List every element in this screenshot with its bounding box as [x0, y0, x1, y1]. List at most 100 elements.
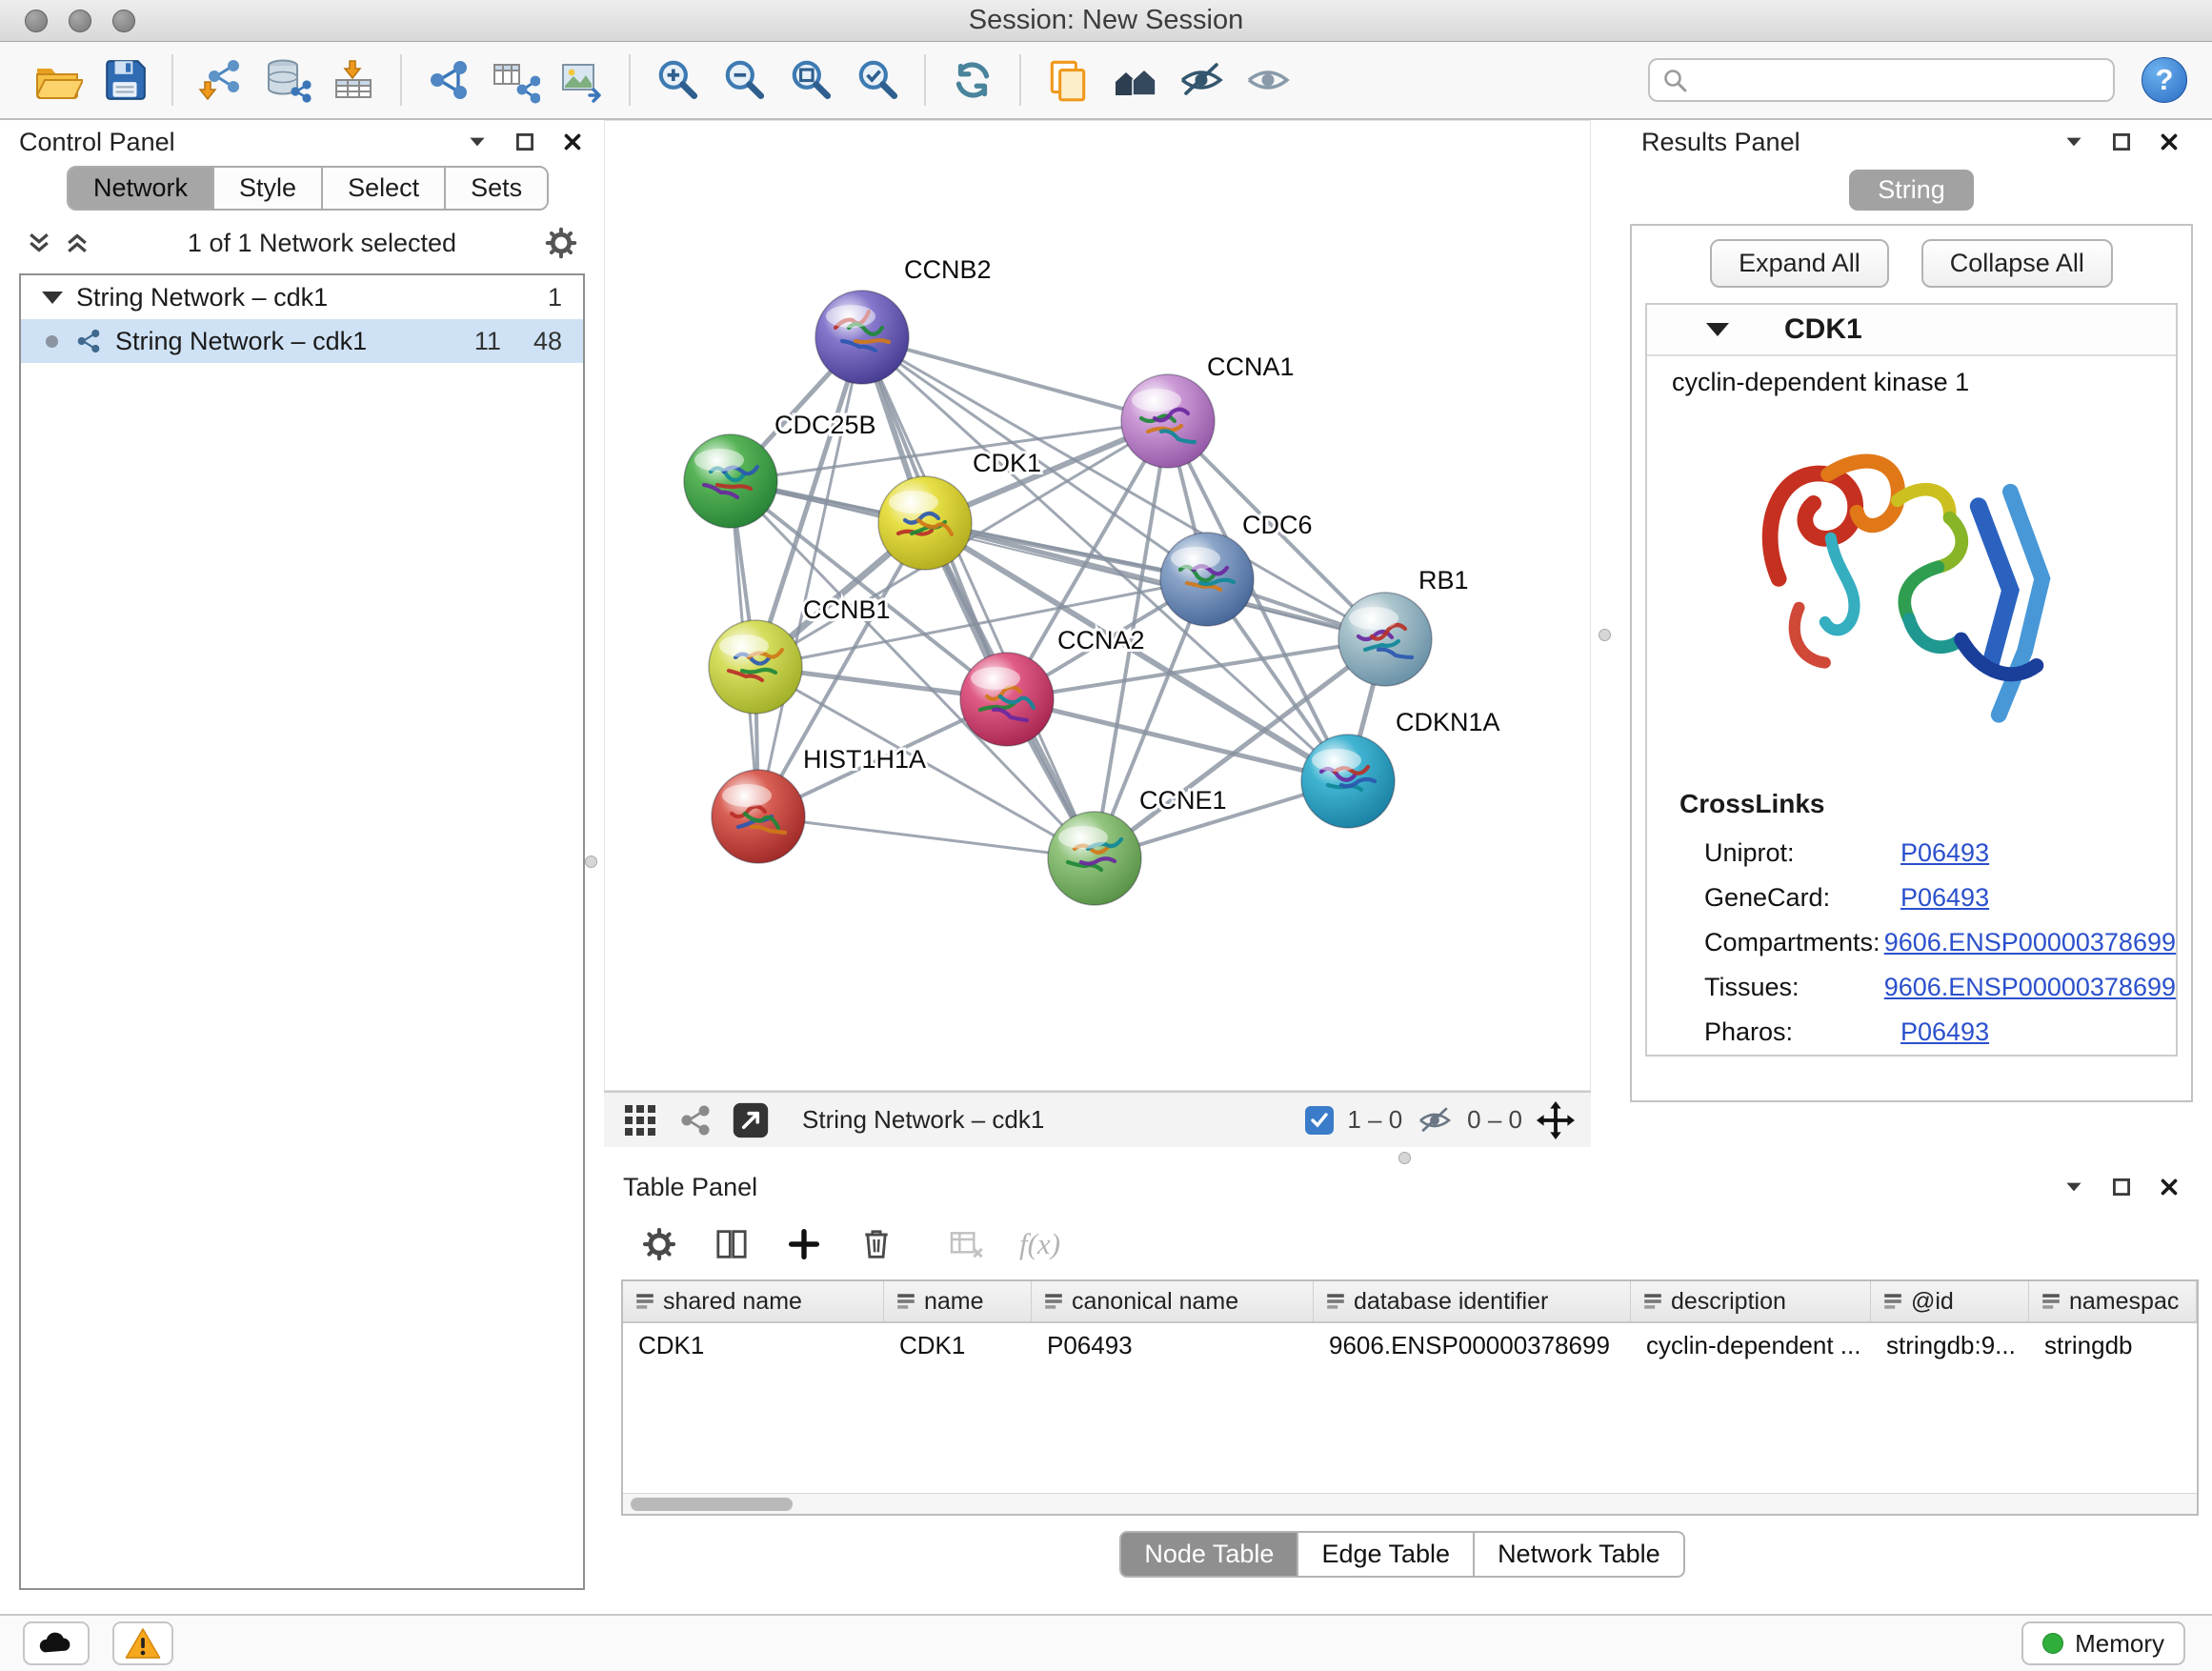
column-header[interactable]: namespac: [2029, 1281, 2197, 1321]
import-network-file-button[interactable]: [193, 53, 247, 107]
network-node[interactable]: CDK1: [878, 449, 1041, 570]
panel-close-icon[interactable]: [560, 130, 585, 154]
zoom-in-button[interactable]: [651, 53, 704, 107]
section-disclosure-triangle-icon[interactable]: [1706, 323, 1729, 336]
vertical-splitter-handle[interactable]: [585, 856, 597, 868]
crosslink-link[interactable]: 9606.ENSP00000378699: [1884, 973, 2176, 1002]
network-list-button[interactable]: [674, 1099, 716, 1141]
network-node[interactable]: HIST1H1A: [712, 745, 926, 863]
column-header[interactable]: database identifier: [1314, 1281, 1631, 1321]
neighborhood-button[interactable]: [1108, 53, 1161, 107]
tab-select[interactable]: Select: [323, 168, 446, 209]
table-toolbar: f(x): [604, 1209, 2201, 1279]
cell-canonical-name[interactable]: P06493: [1032, 1323, 1314, 1367]
horizontal-scrollbar[interactable]: [623, 1493, 2197, 1514]
column-header[interactable]: shared name: [623, 1281, 884, 1321]
expand-all-button[interactable]: Expand All: [1710, 239, 1889, 288]
node-label: HIST1H1A: [803, 745, 926, 774]
network-node[interactable]: CCNE1: [1048, 786, 1227, 905]
tab-edge-table[interactable]: Edge Table: [1297, 1531, 1473, 1578]
crosslink-link[interactable]: P06493: [1900, 838, 1989, 868]
selected-checkbox-icon[interactable]: [1305, 1106, 1334, 1135]
cloud-button[interactable]: [23, 1621, 90, 1665]
help-button[interactable]: ?: [2142, 57, 2187, 103]
network-node[interactable]: CCNB1: [709, 595, 891, 714]
panel-float-icon[interactable]: [2109, 130, 2134, 154]
panel-menu-icon[interactable]: [465, 130, 490, 154]
cell-database-identifier[interactable]: 9606.ENSP00000378699: [1314, 1323, 1631, 1367]
select-columns-icon[interactable]: [713, 1225, 751, 1263]
crosshair-move-icon[interactable]: [1536, 1100, 1576, 1140]
network-node[interactable]: RB1: [1338, 566, 1469, 686]
network-node[interactable]: CCNA1: [1121, 352, 1295, 468]
tab-sets[interactable]: Sets: [446, 168, 547, 209]
crosslink-link[interactable]: P06493: [1900, 883, 1989, 913]
copy-document-button[interactable]: [1041, 53, 1095, 107]
network-tree: String Network – cdk1 1 String Network –…: [19, 273, 585, 1590]
delete-column-trash-icon[interactable]: [857, 1225, 895, 1263]
cell-shared-name[interactable]: CDK1: [623, 1323, 884, 1367]
table-settings-gear-icon[interactable]: [640, 1225, 678, 1263]
panel-menu-icon[interactable]: [2061, 130, 2086, 154]
current-network-bullet-icon: [46, 335, 58, 348]
cell-description[interactable]: cyclin-dependent ...: [1631, 1323, 1871, 1367]
toolbar-separator: [171, 54, 173, 106]
show-all-button[interactable]: [1241, 53, 1295, 107]
scrollbar-thumb[interactable]: [631, 1498, 793, 1511]
tab-string[interactable]: String: [1849, 170, 1974, 211]
column-header[interactable]: description: [1631, 1281, 1871, 1321]
tab-network-table[interactable]: Network Table: [1473, 1531, 1685, 1578]
new-network-button[interactable]: [422, 53, 475, 107]
column-header[interactable]: @id: [1871, 1281, 2029, 1321]
cell-name[interactable]: CDK1: [884, 1323, 1032, 1367]
string-network-icon: [73, 326, 104, 356]
cell-id[interactable]: stringdb:9...: [1871, 1323, 2029, 1367]
import-network-database-button[interactable]: [260, 53, 313, 107]
import-table-button[interactable]: [327, 53, 380, 107]
toolbar-separator: [924, 54, 926, 106]
search-field[interactable]: [1648, 58, 2115, 102]
add-column-icon[interactable]: [785, 1225, 823, 1263]
zoom-fit-button[interactable]: [784, 53, 837, 107]
memory-button[interactable]: Memory: [2021, 1621, 2185, 1665]
collapse-all-button[interactable]: Collapse All: [1921, 239, 2113, 288]
search-input[interactable]: [1698, 66, 2101, 95]
horizontal-splitter-handle[interactable]: [1398, 1152, 1411, 1164]
crosslink-link[interactable]: P06493: [1900, 1017, 1989, 1047]
panel-close-icon[interactable]: [2157, 130, 2182, 154]
zoom-out-button[interactable]: [717, 53, 771, 107]
network-canvas[interactable]: CCNB2CCNA1CDC25BCDK1CDC6RB1CCNB1CCNA2CDK…: [605, 121, 1590, 1090]
panel-float-icon[interactable]: [2109, 1175, 2134, 1199]
cell-namespace[interactable]: stringdb: [2029, 1323, 2197, 1367]
disclosure-triangle-icon[interactable]: [42, 292, 63, 304]
panel-close-icon[interactable]: [2157, 1175, 2182, 1199]
network-node[interactable]: CDKN1A: [1301, 708, 1500, 828]
tab-network[interactable]: Network: [69, 168, 214, 209]
expand-all-icon[interactable]: [63, 229, 91, 257]
panel-menu-icon[interactable]: [2061, 1175, 2086, 1199]
warning-button[interactable]: [112, 1621, 173, 1665]
table-panel: Table Panel f(x) shared name name canoni…: [604, 1165, 2201, 1601]
panel-float-icon[interactable]: [513, 130, 537, 154]
refresh-layout-button[interactable]: [946, 53, 999, 107]
grid-view-button[interactable]: [619, 1099, 661, 1141]
tab-style[interactable]: Style: [214, 168, 323, 209]
birdseye-view-button[interactable]: [730, 1099, 772, 1141]
function-builder-icon: f(x): [1019, 1227, 1060, 1261]
collapse-all-icon[interactable]: [25, 229, 53, 257]
column-header[interactable]: name: [884, 1281, 1032, 1321]
crosslink-link[interactable]: 9606.ENSP00000378699: [1884, 928, 2176, 957]
network-row[interactable]: String Network – cdk1 11 48: [21, 319, 583, 363]
column-header[interactable]: canonical name: [1032, 1281, 1314, 1321]
zoom-selected-button[interactable]: [851, 53, 904, 107]
hide-selected-button[interactable]: [1175, 53, 1228, 107]
tab-node-table[interactable]: Node Table: [1119, 1531, 1297, 1578]
network-from-table-button[interactable]: [489, 53, 542, 107]
save-session-button[interactable]: [98, 53, 151, 107]
export-image-button[interactable]: [555, 53, 609, 107]
network-collection-row[interactable]: String Network – cdk1 1: [21, 275, 583, 319]
vertical-splitter-handle[interactable]: [1599, 629, 1611, 641]
gear-icon[interactable]: [543, 225, 579, 261]
table-row[interactable]: CDK1 CDK1 P06493 9606.ENSP00000378699 cy…: [623, 1323, 2197, 1367]
open-session-button[interactable]: [31, 53, 85, 107]
